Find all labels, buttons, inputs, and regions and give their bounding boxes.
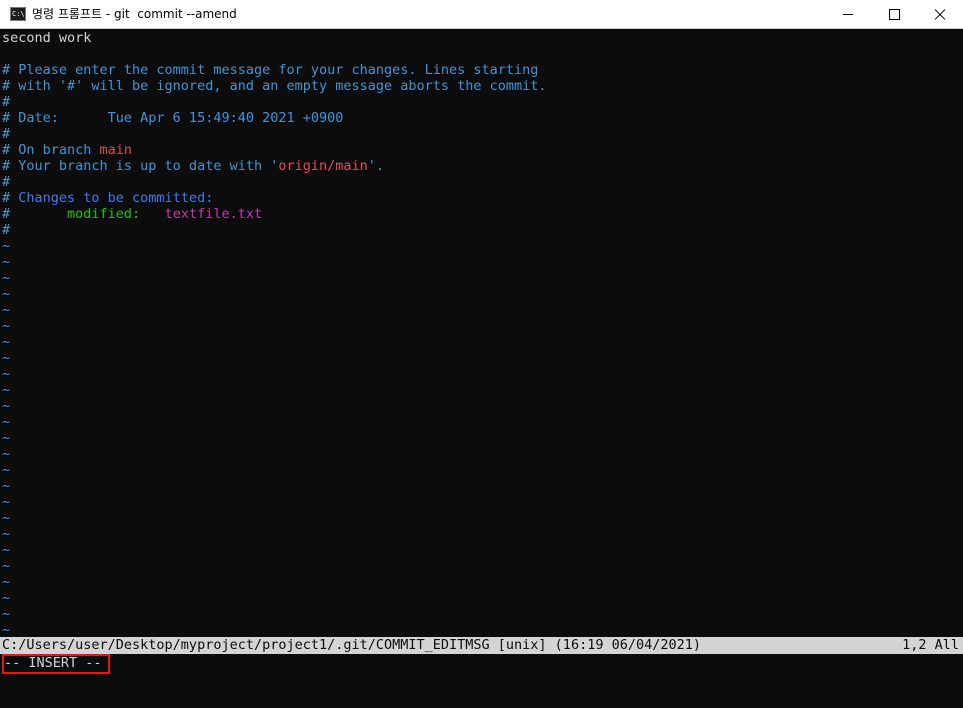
editor-text-segment: origin/main <box>278 158 368 174</box>
minimize-button[interactable] <box>825 0 871 28</box>
editor-line[interactable]: # <box>2 94 10 110</box>
maximize-icon <box>888 8 900 20</box>
empty-line-tilde: ~ <box>2 366 11 382</box>
status-file-path: C:/Users/user/Desktop/myproject/project1… <box>2 637 701 653</box>
editor-text-segment: main <box>99 142 133 158</box>
editor-text-segment: # Please enter the commit message for yo… <box>2 62 539 78</box>
editor-text-segment: '. <box>367 158 385 174</box>
empty-line-tilde: ~ <box>2 398 11 414</box>
close-button[interactable] <box>917 0 963 28</box>
editor-line[interactable]: # Changes to be committed: <box>2 190 213 206</box>
empty-line-tilde: ~ <box>2 622 11 638</box>
window-title: 명령 프롬프트 - git commit --amend <box>32 7 237 21</box>
empty-line-tilde: ~ <box>2 574 11 590</box>
empty-line-tilde: ~ <box>2 558 11 574</box>
editor-line[interactable]: # <box>2 126 10 142</box>
empty-line-tilde: ~ <box>2 254 11 270</box>
editor-line[interactable]: # <box>2 222 10 238</box>
editor-line[interactable]: # On branch main <box>2 142 132 158</box>
editor-line[interactable]: # modified: textfile.txt <box>2 206 262 222</box>
vim-editor-area[interactable]: second work # Please enter the commit mes… <box>0 30 963 672</box>
empty-line-tilde: ~ <box>2 542 11 558</box>
empty-line-tilde: ~ <box>2 286 11 302</box>
vim-mode-line: -- INSERT -- <box>0 654 963 674</box>
editor-line[interactable]: # Date: Tue Apr 6 15:49:40 2021 +0900 <box>2 110 343 126</box>
editor-text-segment: # <box>2 94 11 110</box>
close-icon <box>934 8 946 20</box>
vim-status-line: C:/Users/user/Desktop/myproject/project1… <box>0 637 963 654</box>
cmd-icon[interactable]: C:\ <box>10 7 26 21</box>
empty-line-tilde: ~ <box>2 510 11 526</box>
editor-text-segment: # Date: Tue Apr 6 15:49:40 2021 +0900 <box>2 110 344 126</box>
editor-text-segment: second work <box>2 30 92 46</box>
empty-line-tilde: ~ <box>2 270 11 286</box>
editor-text-segment: # with '#' will be ignored, and an empty… <box>2 78 547 94</box>
title-bar[interactable]: C:\ 명령 프롬프트 - git commit --amend <box>0 0 963 29</box>
editor-text-segment: # Your branch is up to date with ' <box>2 158 279 174</box>
editor-text-segment: # <box>2 190 19 206</box>
empty-line-tilde: ~ <box>2 430 11 446</box>
editor-text-segment: # <box>2 174 11 190</box>
empty-line-tilde: ~ <box>2 302 11 318</box>
editor-text-segment: # On branch <box>2 142 100 158</box>
empty-line-tilde: ~ <box>2 606 11 622</box>
maximize-button[interactable] <box>871 0 917 28</box>
editor-text-segment: Changes to be committed: <box>18 190 214 206</box>
editor-line[interactable]: # Your branch is up to date with 'origin… <box>2 158 384 174</box>
mode-highlight-box <box>2 654 110 674</box>
editor-text-segment: textfile.txt <box>164 206 263 222</box>
empty-line-tilde: ~ <box>2 238 11 254</box>
editor-text-segment: # <box>2 206 11 222</box>
empty-line-tilde: ~ <box>2 414 11 430</box>
empty-line-tilde: ~ <box>2 382 11 398</box>
empty-line-tilde: ~ <box>2 494 11 510</box>
empty-line-tilde: ~ <box>2 462 11 478</box>
empty-line-tilde: ~ <box>2 526 11 542</box>
empty-line-tilde: ~ <box>2 318 11 334</box>
minimize-icon <box>843 13 853 15</box>
empty-line-tilde: ~ <box>2 334 11 350</box>
status-cursor-position: 1,2 All <box>902 637 959 653</box>
editor-line[interactable]: # Please enter the commit message for yo… <box>2 62 538 78</box>
empty-line-tilde: ~ <box>2 478 11 494</box>
editor-line[interactable]: second work <box>2 30 91 46</box>
empty-line-tilde: ~ <box>2 350 11 366</box>
empty-line-tilde: ~ <box>2 590 11 606</box>
editor-text-segment: # <box>2 126 11 142</box>
editor-text-segment: modified: <box>10 206 165 222</box>
editor-line[interactable]: # <box>2 174 10 190</box>
editor-line[interactable]: # with '#' will be ignored, and an empty… <box>2 78 547 94</box>
empty-line-tilde: ~ <box>2 446 11 462</box>
editor-text-segment: # <box>2 222 11 238</box>
